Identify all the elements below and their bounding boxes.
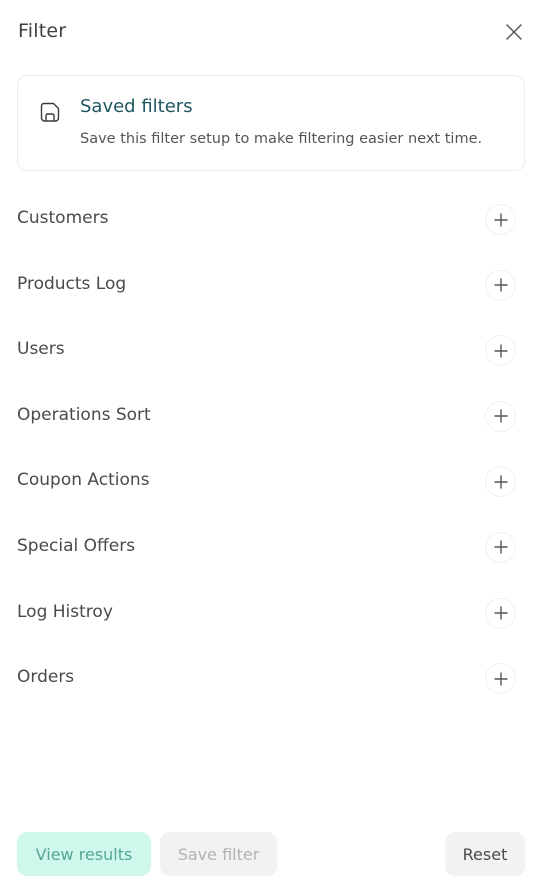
filter-label: Coupon Actions xyxy=(17,470,150,491)
filter-row-operations-sort[interactable]: Operations Sort xyxy=(0,384,537,450)
filter-label: Special Offers xyxy=(17,535,136,556)
close-icon xyxy=(506,24,522,40)
reset-button[interactable]: Reset xyxy=(445,832,525,876)
close-button[interactable] xyxy=(501,19,527,45)
filter-list: Customers Products Log Users Operations … xyxy=(0,187,537,712)
panel-title: Filter xyxy=(18,20,67,42)
plus-icon xyxy=(493,475,508,489)
plus-icon xyxy=(493,540,508,555)
plus-icon xyxy=(493,606,508,620)
filter-label: Customers xyxy=(17,208,109,228)
filter-label: Orders xyxy=(17,667,75,688)
view-results-button[interactable]: View results xyxy=(17,832,151,876)
plus-icon xyxy=(493,278,508,292)
expand-button[interactable] xyxy=(485,269,516,301)
plus-icon xyxy=(493,671,508,686)
filter-row-log-history[interactable]: Log Histroy xyxy=(0,581,537,647)
filter-row-orders[interactable]: Orders xyxy=(0,646,537,712)
filter-row-customers[interactable]: Customers xyxy=(0,187,537,253)
filter-panel: Filter Saved filters Save this filter se… xyxy=(0,0,537,888)
saved-filters-card[interactable]: Saved filters Save this filter setup to … xyxy=(17,75,525,171)
filter-label: Products Log xyxy=(17,273,127,294)
expand-button[interactable] xyxy=(485,400,516,432)
plus-icon xyxy=(493,343,508,358)
filter-footer: View results Save filter Reset xyxy=(0,832,537,876)
saved-filters-description: Save this filter setup to make filtering… xyxy=(80,131,483,147)
filter-label: Users xyxy=(17,339,65,360)
filter-row-coupon-actions[interactable]: Coupon Actions xyxy=(0,449,537,515)
plus-icon xyxy=(493,409,508,423)
expand-button[interactable] xyxy=(485,466,516,498)
expand-button[interactable] xyxy=(485,597,516,629)
save-filter-button[interactable]: Save filter xyxy=(160,832,277,876)
filter-header: Filter xyxy=(0,0,537,64)
filter-label: Operations Sort xyxy=(17,404,151,425)
expand-button[interactable] xyxy=(485,335,516,367)
filter-row-users[interactable]: Users xyxy=(0,318,537,384)
floppy-save-icon xyxy=(40,102,60,122)
plus-icon xyxy=(493,212,508,227)
filter-row-special-offers[interactable]: Special Offers xyxy=(0,515,537,581)
filter-row-products-log[interactable]: Products Log xyxy=(0,253,537,319)
expand-button[interactable] xyxy=(485,531,516,563)
expand-button[interactable] xyxy=(485,663,516,695)
saved-filters-title: Saved filters xyxy=(80,96,193,117)
filter-label: Log Histroy xyxy=(17,601,113,622)
expand-button[interactable] xyxy=(485,204,516,235)
